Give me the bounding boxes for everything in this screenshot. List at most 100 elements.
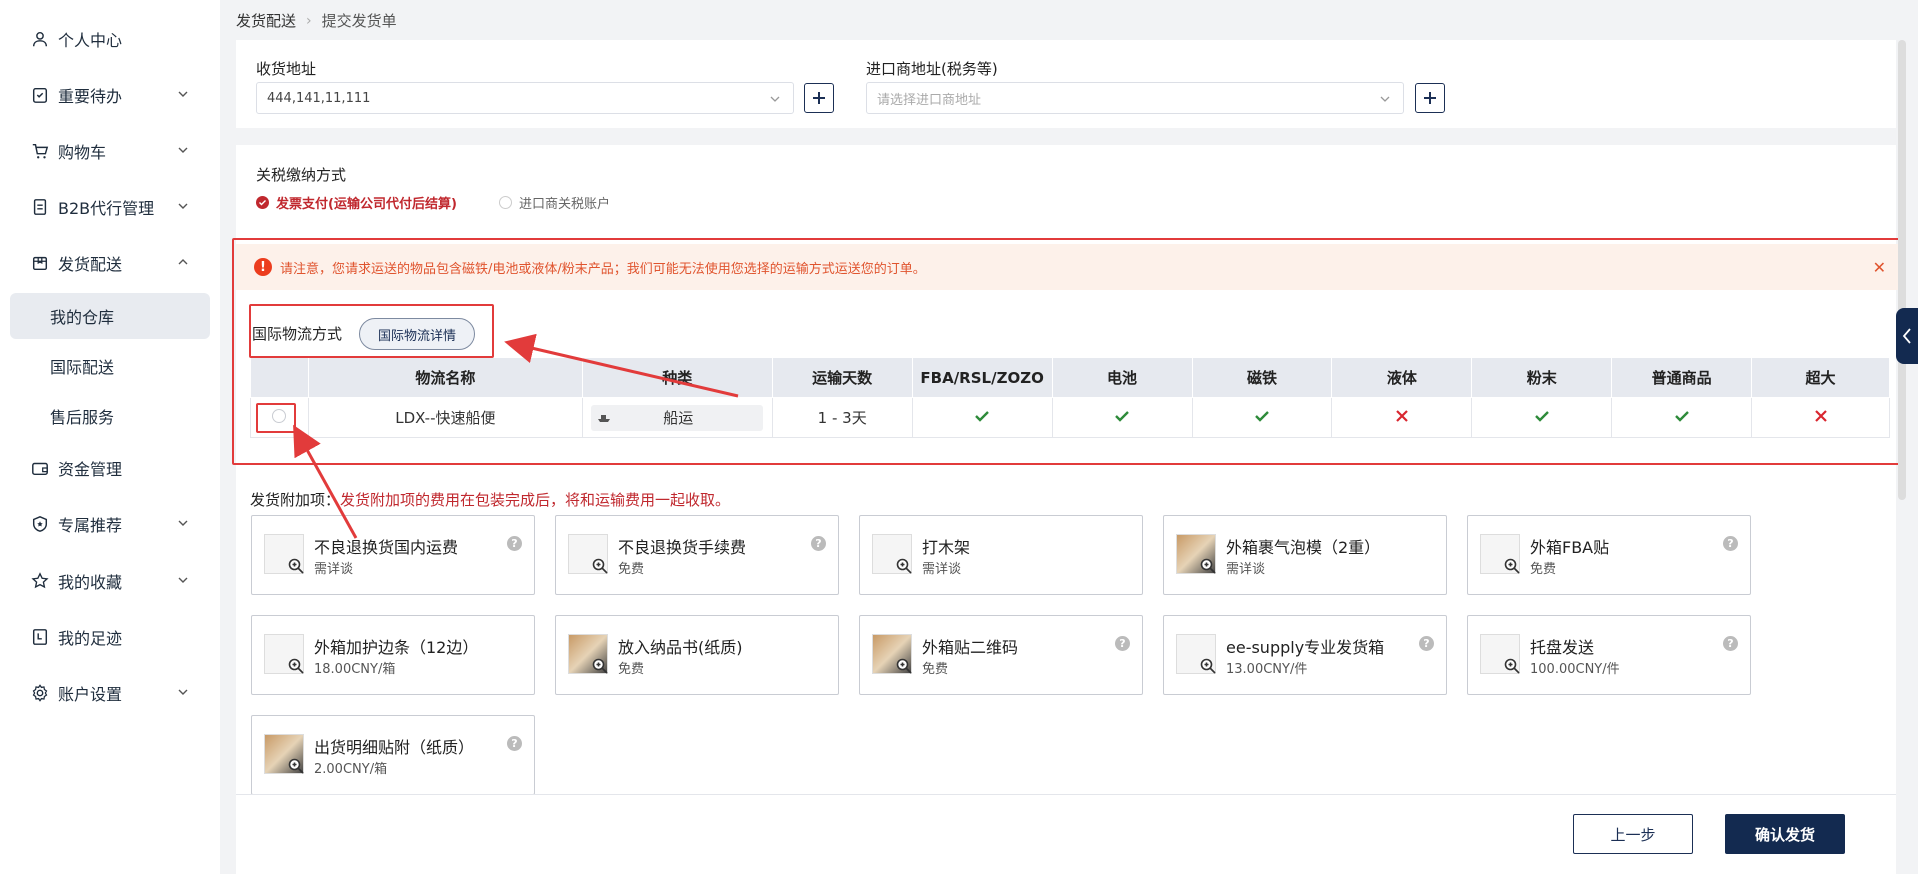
importer-address-select[interactable]: 请选择进口商地址 — [866, 82, 1404, 114]
todo-icon — [30, 85, 50, 105]
addon-card[interactable]: 托盘发送 100.00CNY/件? — [1467, 615, 1751, 695]
addons-note: 发货附加项的费用在包装完成后，将和运输费用一起收取。 — [340, 491, 731, 509]
sidebar-item-favorites[interactable]: 我的收藏 — [0, 561, 220, 601]
addon-price: 18.00CNY/箱 — [314, 662, 396, 677]
zoom-in-icon[interactable] — [1199, 657, 1217, 675]
help-icon[interactable]: ? — [1723, 536, 1738, 551]
receive-address-value: 444,141,11,111 — [267, 90, 371, 106]
zoom-in-icon[interactable] — [1503, 657, 1521, 675]
sidebar-item-label: 重要待办 — [58, 87, 123, 106]
zoom-in-icon[interactable] — [591, 557, 609, 575]
previous-step-button[interactable]: 上一步 — [1573, 814, 1693, 854]
addon-thumbnail[interactable] — [872, 634, 912, 674]
add-receive-address-button[interactable] — [804, 83, 834, 113]
addon-card[interactable]: 外箱FBA贴免费? — [1467, 515, 1751, 595]
addon-thumbnail[interactable] — [872, 534, 912, 574]
sidebar-item-todo[interactable]: 重要待办 — [0, 75, 220, 115]
zoom-in-icon[interactable] — [287, 657, 305, 675]
zoom-in-icon[interactable] — [895, 657, 913, 675]
addon-thumbnail[interactable] — [264, 634, 304, 674]
breadcrumb-root[interactable]: 发货配送 — [236, 10, 296, 31]
annotation-highlight-box — [256, 403, 296, 433]
sidebar-item-funds[interactable]: 资金管理 — [0, 448, 220, 488]
collapse-panel-handle[interactable] — [1896, 308, 1918, 364]
zoom-in-icon[interactable] — [591, 657, 609, 675]
addon-name: 外箱裹气泡模（2重） — [1226, 538, 1381, 557]
wallet-icon — [30, 458, 50, 478]
add-importer-address-button[interactable] — [1415, 83, 1445, 113]
sidebar-item-label: 我的足迹 — [58, 629, 123, 648]
addon-card[interactable]: 放入纳品书(纸质) 免费 — [555, 615, 839, 695]
addon-card[interactable]: 外箱裹气泡模（2重） 需详谈 — [1163, 515, 1447, 595]
sidebar-item-label: 资金管理 — [58, 460, 123, 479]
sidebar-subitem-international[interactable]: 国际配送 — [10, 343, 210, 389]
tax-method-label: 关税缴纳方式 — [256, 166, 347, 184]
addon-thumbnail[interactable] — [1480, 634, 1520, 674]
addon-name: ee-supply专业发货箱 — [1226, 638, 1385, 657]
addon-thumbnail[interactable] — [264, 734, 304, 774]
tax-option-invoice-label: 发票支付(运输公司代付后结算) — [276, 197, 457, 212]
zoom-in-icon[interactable] — [287, 757, 305, 775]
addon-name: 外箱FBA贴 — [1530, 538, 1610, 557]
addon-name: 不良退换货手续费 — [618, 538, 747, 557]
sidebar-item-recommend[interactable]: 专属推荐 — [0, 504, 220, 544]
chevron-down-icon — [178, 577, 188, 583]
sidebar-item-profile[interactable]: 个人中心 — [0, 19, 220, 59]
zoom-in-icon[interactable] — [1199, 557, 1217, 575]
help-icon[interactable]: ? — [1419, 636, 1434, 651]
help-icon[interactable]: ? — [1115, 636, 1130, 651]
addon-thumbnail[interactable] — [568, 534, 608, 574]
chevron-up-icon — [178, 259, 188, 265]
sidebar-subitem-warehouse[interactable]: 我的仓库 — [10, 293, 210, 339]
addon-price: 免费 — [618, 562, 645, 577]
tax-option-invoice[interactable]: 发票支付(运输公司代付后结算) — [256, 193, 457, 212]
sidebar-item-shipping[interactable]: 发货配送 — [0, 243, 220, 283]
addon-thumbnail[interactable] — [1176, 534, 1216, 574]
tax-option-importer[interactable]: 进口商关税账户 — [499, 193, 610, 212]
sidebar-item-cart[interactable]: 购物车 — [0, 131, 220, 171]
help-icon[interactable]: ? — [507, 536, 522, 551]
receive-address-label: 收货地址 — [256, 60, 317, 78]
tax-option-importer-label: 进口商关税账户 — [519, 197, 611, 212]
addon-card[interactable]: 出货明细贴附（纸质） 2.00CNY/箱? — [251, 715, 535, 795]
zoom-in-icon[interactable] — [1503, 557, 1521, 575]
addon-card[interactable]: 外箱贴二维码 免费? — [859, 615, 1143, 695]
zoom-in-icon[interactable] — [287, 557, 305, 575]
addon-thumbnail[interactable] — [568, 634, 608, 674]
sidebar-item-history[interactable]: 我的足迹 — [0, 617, 220, 657]
addon-thumbnail[interactable] — [1176, 634, 1216, 674]
sidebar-item-label: 个人中心 — [58, 31, 123, 50]
sidebar-item-label: 购物车 — [58, 143, 107, 162]
zoom-in-icon[interactable] — [895, 557, 913, 575]
addon-thumbnail[interactable] — [1480, 534, 1520, 574]
sidebar-item-label: 账户设置 — [58, 685, 123, 704]
confirm-shipment-button[interactable]: 确认发货 — [1725, 814, 1845, 854]
addon-name: 外箱加护边条（12边） — [314, 638, 479, 657]
addon-price: 需详谈 — [922, 562, 962, 577]
sidebar-item-settings[interactable]: 账户设置 — [0, 673, 220, 713]
scrollbar[interactable] — [1898, 40, 1906, 500]
star-icon — [30, 571, 50, 591]
addon-name: 不良退换货国内运费 — [314, 538, 459, 557]
addon-card[interactable]: ee-supply专业发货箱 13.00CNY/件? — [1163, 615, 1447, 695]
help-icon[interactable]: ? — [507, 736, 522, 751]
addon-price: 免费 — [618, 662, 645, 677]
addon-price: 免费 — [1530, 562, 1557, 577]
radio-unchecked-icon — [499, 196, 512, 209]
sidebar-subitem-label: 售后服务 — [50, 408, 115, 427]
plus-icon — [813, 92, 825, 104]
chevron-down-icon — [770, 96, 780, 102]
addon-card[interactable]: 不良退换货国内运费 需详谈? — [251, 515, 535, 595]
breadcrumb-separator-icon: › — [306, 12, 312, 29]
help-icon[interactable]: ? — [811, 536, 826, 551]
addon-card[interactable]: 不良退换货手续费免费? — [555, 515, 839, 595]
breadcrumb-current: 提交发货单 — [321, 12, 397, 30]
sidebar-subitem-aftersales[interactable]: 售后服务 — [10, 393, 210, 439]
receive-address-select[interactable]: 444,141,11,111 — [256, 82, 794, 114]
help-icon[interactable]: ? — [1723, 636, 1738, 651]
addon-card[interactable]: 外箱加护边条（12边） 18.00CNY/箱 — [251, 615, 535, 695]
addons-title-label: 发货附加项 — [250, 491, 326, 509]
addon-thumbnail[interactable] — [264, 534, 304, 574]
sidebar-item-b2b[interactable]: B2B代行管理 — [0, 187, 220, 227]
addon-card[interactable]: 打木架 需详谈 — [859, 515, 1143, 595]
